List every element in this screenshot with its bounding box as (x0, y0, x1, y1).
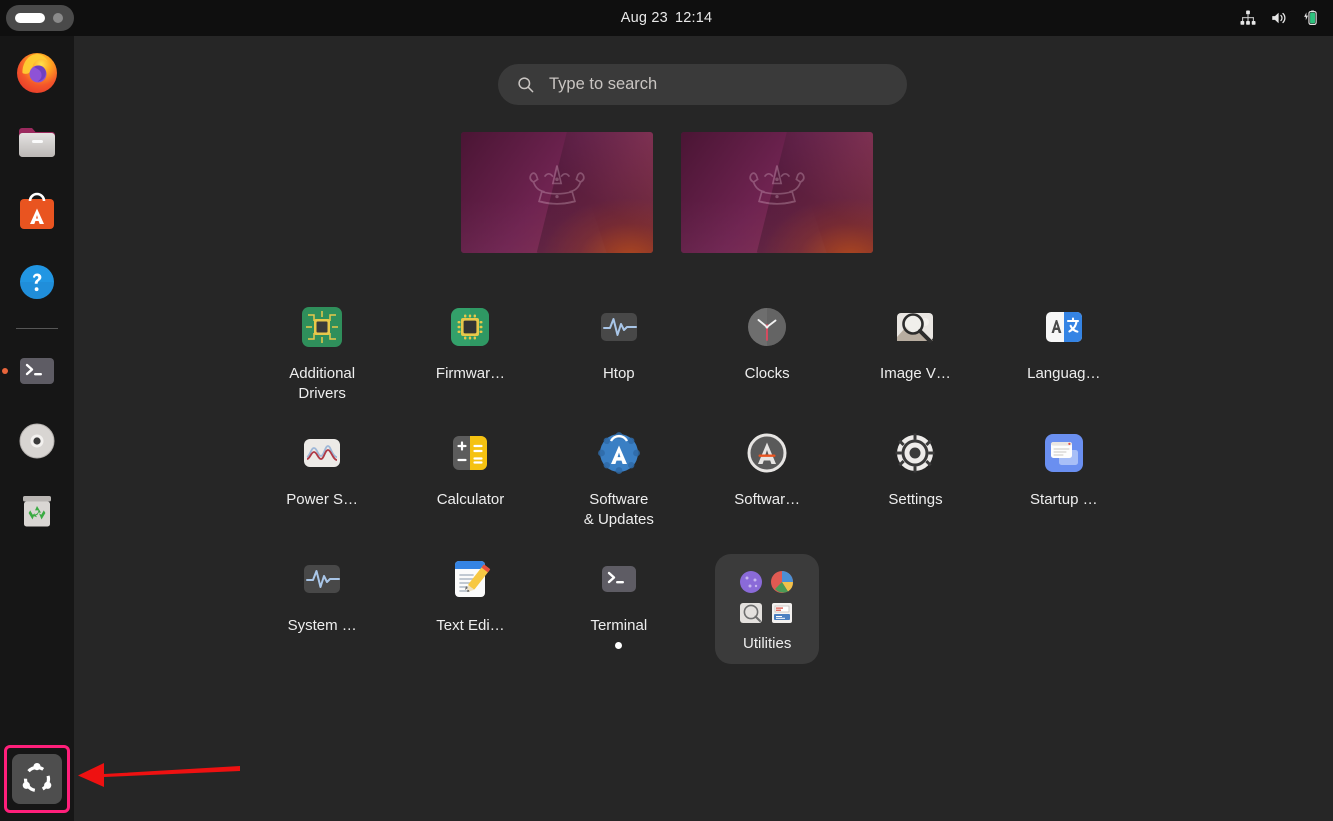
app-label: Power S… (286, 490, 358, 510)
firefox-icon (13, 48, 61, 96)
app-power-statistics[interactable]: Power S… (250, 418, 395, 530)
files-icon (13, 118, 61, 166)
app-label: System … (288, 616, 357, 636)
app-grid: Additional Drivers (248, 292, 1138, 664)
search-icon (516, 75, 535, 94)
app-label: Firmwar… (436, 364, 505, 384)
app-calculator[interactable]: Calculator (398, 418, 543, 530)
document-scanner-icon (770, 601, 794, 625)
ubuntu-crown-icon (735, 160, 819, 218)
app-software[interactable]: Softwar… (695, 418, 840, 530)
dock-item-trash[interactable] (11, 485, 63, 537)
ubuntu-software-icon (13, 188, 61, 236)
clock-button[interactable]: Aug 23 12:14 (0, 0, 1333, 36)
clock-date: Aug 23 (621, 10, 668, 26)
disk-grey-icon (739, 601, 763, 625)
app-label: Calculator (437, 490, 505, 510)
app-system-monitor[interactable]: System … (250, 544, 395, 664)
app-label: Htop (603, 364, 635, 384)
app-clocks[interactable]: Clocks (695, 292, 840, 404)
startup-windows-icon (1039, 428, 1089, 478)
gear-icon (890, 428, 940, 478)
workspace-thumbnail-1[interactable] (461, 132, 653, 253)
show-applications-highlight (4, 745, 70, 813)
system-tray[interactable] (1239, 0, 1319, 36)
volume-icon[interactable] (1270, 9, 1288, 27)
app-label: Terminal (590, 616, 647, 636)
app-label: Additional Drivers (289, 364, 355, 404)
app-folder-utilities[interactable]: Utilities (695, 544, 840, 664)
waveform-icon (594, 302, 644, 352)
ubuntu-logo-icon (20, 762, 54, 796)
app-label: Image V… (880, 364, 951, 384)
workspace-thumbnails (0, 132, 1333, 253)
app-settings[interactable]: Settings (843, 418, 988, 530)
app-label: Softwar… (734, 490, 800, 510)
translate-icon (1039, 302, 1089, 352)
dock-item-disk-image[interactable] (11, 415, 63, 467)
network-wired-icon[interactable] (1239, 9, 1257, 27)
folder-label: Utilities (743, 635, 791, 652)
disk-usage-icon (770, 570, 794, 594)
waveform-icon (297, 554, 347, 604)
app-software-updates[interactable]: Software & Updates (546, 418, 691, 530)
calculator-icon (445, 428, 495, 478)
workspace-thumbnail-2[interactable] (681, 132, 873, 253)
help-icon (13, 258, 61, 306)
top-bar: Aug 23 12:14 (0, 0, 1333, 36)
running-indicator-dot (2, 368, 8, 374)
app-language-support[interactable]: Languag… (991, 292, 1136, 404)
text-editor-icon (445, 554, 495, 604)
dock-item-terminal[interactable] (11, 345, 63, 397)
power-graph-icon (297, 428, 347, 478)
chip-green-icon (297, 302, 347, 352)
dock-item-firefox[interactable] (11, 46, 63, 98)
clock-icon (742, 302, 792, 352)
folder-tile[interactable]: Utilities (715, 554, 819, 664)
app-terminal[interactable]: Terminal (546, 544, 691, 664)
app-text-editor[interactable]: Text Edi… (398, 544, 543, 664)
app-startup-applications[interactable]: Startup … (991, 418, 1136, 530)
dock-item-help[interactable] (11, 256, 63, 308)
app-additional-drivers[interactable]: Additional Drivers (250, 292, 395, 404)
gnome-activities-overview: Aug 23 12:14 (0, 0, 1333, 821)
app-label: Startup … (1030, 490, 1098, 510)
dock-separator (16, 328, 58, 329)
app-label: Clocks (745, 364, 790, 384)
annotation-arrow (74, 757, 242, 793)
app-label: Text Edi… (436, 616, 504, 636)
clock-time: 12:14 (675, 10, 712, 26)
dock-item-ubuntu-software[interactable] (11, 186, 63, 238)
search-placeholder: Type to search (549, 75, 657, 94)
page-indicator-dot[interactable] (615, 642, 622, 649)
disks-purple-icon (739, 570, 763, 594)
app-firmware-updater[interactable]: Firmwar… (398, 292, 543, 404)
software-updates-icon (594, 428, 644, 478)
magnifier-photo-icon (890, 302, 940, 352)
dock-item-files[interactable] (11, 116, 63, 168)
chip-green-small-icon (445, 302, 495, 352)
app-image-viewer[interactable]: Image V… (843, 292, 988, 404)
dock (0, 36, 74, 821)
app-label: Software & Updates (584, 490, 654, 530)
app-label: Settings (888, 490, 942, 510)
app-htop[interactable]: Htop (546, 292, 691, 404)
disk-icon (13, 417, 61, 465)
search-field[interactable]: Type to search (498, 64, 907, 105)
terminal-icon (13, 347, 61, 395)
trash-icon (13, 487, 61, 535)
terminal-icon (594, 554, 644, 604)
show-applications-button[interactable] (12, 754, 62, 804)
battery-charging-icon[interactable] (1301, 9, 1319, 27)
ubuntu-software-icon (742, 428, 792, 478)
app-label: Languag… (1027, 364, 1100, 384)
folder-preview-grid (739, 570, 795, 626)
ubuntu-crown-icon (515, 160, 599, 218)
